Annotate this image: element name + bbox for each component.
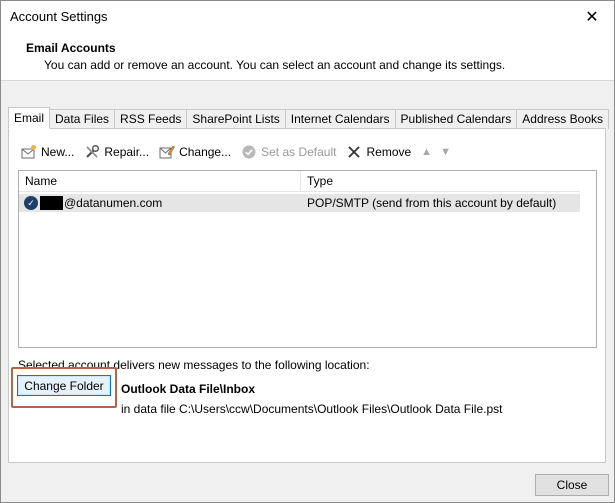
email-tab-panel: New... Repair... Change... Set as Defaul… — [8, 128, 606, 463]
tab-published-calendars[interactable]: Published Calendars — [395, 109, 518, 129]
tab-sharepoint-lists[interactable]: SharePoint Lists — [187, 109, 286, 129]
new-mail-icon — [21, 144, 37, 160]
window-title: Account Settings — [10, 9, 108, 24]
account-name: @datanumen.com — [64, 196, 163, 210]
redacted-username — [40, 196, 63, 210]
new-label: New... — [41, 145, 75, 159]
set-default-button[interactable]: Set as Default — [241, 144, 336, 160]
title-bar: Account Settings ✕ — [1, 1, 614, 33]
column-header-type[interactable]: Type — [301, 171, 580, 191]
tab-strip: Email Data Files RSS Feeds SharePoint Li… — [8, 107, 609, 129]
account-list-header: Name Type — [19, 171, 580, 192]
tab-internet-calendars[interactable]: Internet Calendars — [285, 109, 396, 129]
remove-button[interactable]: Remove — [346, 144, 411, 160]
header-panel: Email Accounts You can add or remove an … — [1, 33, 614, 81]
delivery-folder: Outlook Data File\Inbox — [121, 382, 256, 396]
change-button[interactable]: Change... — [159, 144, 231, 160]
section-title: Email Accounts — [26, 41, 116, 55]
table-row[interactable]: ✓ @datanumen.com POP/SMTP (send from thi… — [19, 194, 580, 212]
set-default-label: Set as Default — [261, 145, 337, 159]
account-settings-window: Account Settings ✕ Email Accounts You ca… — [0, 0, 615, 503]
column-header-name[interactable]: Name — [19, 171, 301, 191]
new-account-button[interactable]: New... — [21, 144, 74, 160]
account-toolbar: New... Repair... Change... Set as Defaul… — [21, 142, 459, 162]
change-folder-button[interactable]: Change Folder — [17, 375, 111, 396]
tab-data-files[interactable]: Data Files — [50, 109, 116, 129]
move-up-icon[interactable]: ▲ — [421, 146, 432, 158]
change-label: Change... — [179, 145, 232, 159]
remove-label: Remove — [366, 145, 412, 159]
section-subtitle: You can add or remove an account. You ca… — [44, 58, 506, 72]
repair-label: Repair... — [104, 145, 150, 159]
tab-rss-feeds[interactable]: RSS Feeds — [115, 109, 188, 129]
delivery-path: in data file C:\Users\ccw\Documents\Outl… — [121, 402, 503, 416]
default-account-check-icon: ✓ — [24, 196, 38, 210]
check-circle-icon — [241, 144, 257, 160]
account-type-cell: POP/SMTP (send from this account by defa… — [307, 196, 557, 210]
tab-address-books[interactable]: Address Books — [517, 109, 609, 129]
repair-button[interactable]: Repair... — [84, 144, 149, 160]
account-name-cell: ✓ @datanumen.com — [19, 196, 301, 210]
close-icon[interactable]: ✕ — [580, 5, 604, 29]
change-account-icon — [159, 144, 175, 160]
remove-x-icon — [346, 144, 362, 160]
move-down-icon[interactable]: ▼ — [440, 146, 451, 158]
wrench-icon — [84, 144, 100, 160]
account-list[interactable]: Name Type ✓ @datanumen.com POP/SMTP (sen… — [18, 170, 597, 348]
tab-email[interactable]: Email — [8, 107, 51, 129]
close-button[interactable]: Close — [535, 474, 609, 496]
